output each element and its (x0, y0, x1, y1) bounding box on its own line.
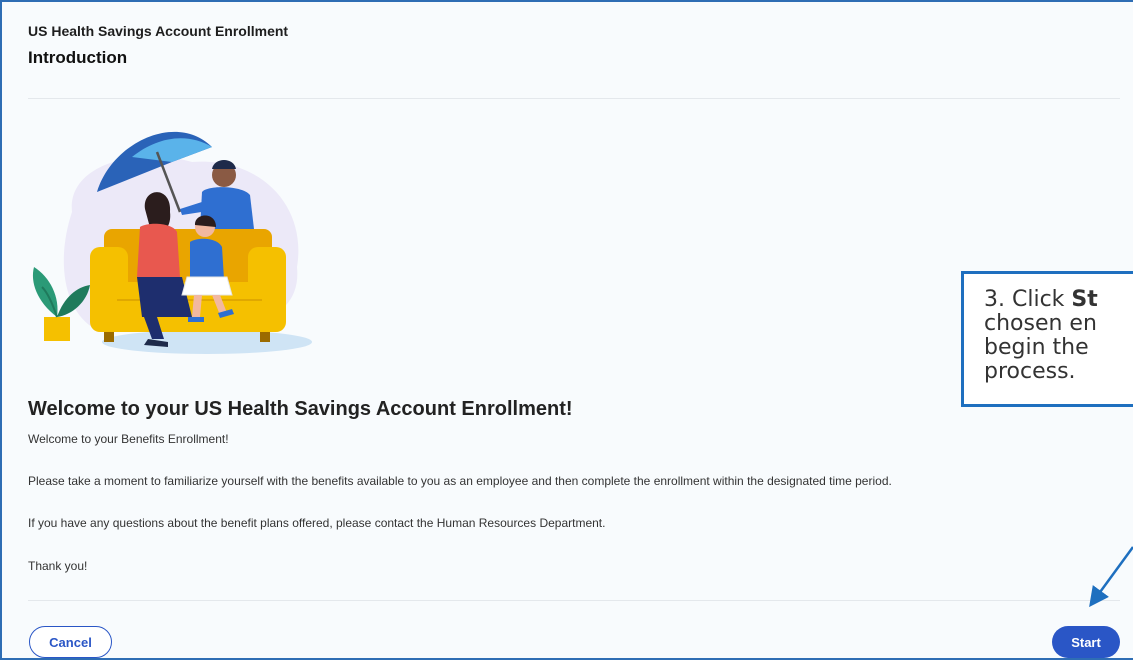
start-button[interactable]: Start (1052, 626, 1120, 658)
callout-bold-text: St (1071, 287, 1098, 312)
plant-pot (44, 317, 70, 341)
callout-line-3: begin the (984, 335, 1089, 360)
instructions-text: Please take a moment to familiarize your… (28, 474, 892, 488)
callout-line-1: 3. Click St (984, 288, 1133, 312)
welcome-heading: Welcome to your US Health Savings Accoun… (28, 398, 573, 420)
cancel-button[interactable]: Cancel (29, 626, 112, 658)
callout-step-text: 3. Click (984, 287, 1072, 312)
contact-text: If you have any questions about the bene… (28, 516, 606, 530)
callout-arrow-icon (1089, 546, 1133, 607)
callout-line-4: process. (984, 359, 1076, 384)
enrollment-title: US Health Savings Account Enrollment (28, 23, 289, 39)
tutorial-callout: 3. Click St chosen en begin the process. (961, 271, 1133, 407)
welcome-text: Welcome to your Benefits Enrollment! (28, 432, 229, 446)
header-divider (28, 98, 1120, 99)
footer-divider (28, 600, 1120, 601)
floor-shadow (102, 330, 312, 354)
page-title: Introduction (28, 48, 128, 67)
callout-line-2: chosen en (984, 311, 1097, 336)
thank-you-text: Thank you! (28, 559, 88, 573)
family-umbrella-illustration (32, 131, 312, 354)
